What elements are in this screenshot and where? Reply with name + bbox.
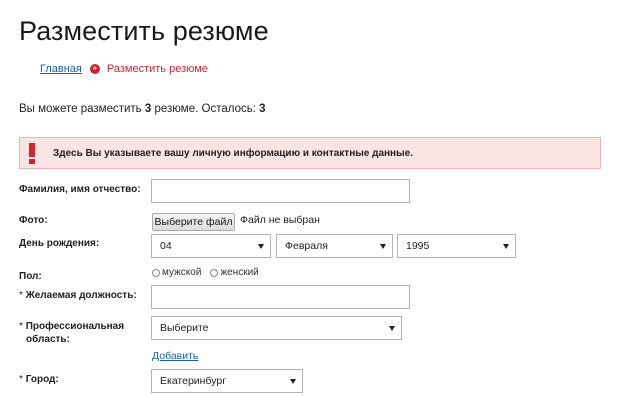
gender-label: Пол: — [19, 271, 42, 282]
gender-female-radio[interactable]: женский — [210, 267, 259, 278]
info-alert: Здесь Вы указываете вашу личную информац… — [19, 137, 601, 169]
city-label-text: Город: — [25, 374, 59, 385]
position-label-text: Желаемая должность: — [25, 290, 137, 301]
position-label: * Желаемая должность: — [19, 289, 137, 302]
choose-file-button[interactable]: Выберите файл — [152, 213, 235, 231]
prof-field-value: Выберите — [160, 322, 209, 334]
birthday-label: День рождения: — [19, 238, 100, 249]
photo-label: Фото: — [19, 215, 48, 226]
alert-text: Здесь Вы указываете вашу личную информац… — [53, 148, 413, 159]
gender-female-label: женский — [220, 267, 259, 278]
required-mark: * — [19, 290, 23, 301]
resume-quota-text: Вы можете разместить 3 резюме. Осталось:… — [19, 103, 266, 115]
city-value: Екатеринбург — [160, 375, 227, 387]
birthday-month-value: Февраля — [285, 240, 328, 252]
breadcrumb: Главная » Разместить резюме — [40, 63, 208, 75]
quota-count: 3 — [144, 103, 152, 115]
gender-male-label: мужской — [162, 267, 202, 278]
gender-male-radio[interactable]: мужской — [152, 267, 201, 278]
prof-field-select[interactable]: Выберите — [151, 316, 402, 340]
quota-remaining: 3 — [259, 103, 266, 115]
chevron-down-icon — [389, 325, 395, 331]
birthday-day-select[interactable]: 04 — [151, 234, 271, 258]
birthday-year-select[interactable]: 1995 — [397, 234, 516, 258]
position-input[interactable] — [151, 285, 410, 309]
breadcrumb-home-link[interactable]: Главная — [40, 63, 82, 75]
birthday-month-select[interactable]: Февраля — [276, 234, 393, 258]
prof-field-label-line1: Профессиональная — [25, 321, 125, 332]
exclamation-icon — [28, 143, 36, 164]
city-select[interactable]: Екатеринбург — [151, 369, 303, 393]
chevron-down-icon — [258, 243, 264, 249]
required-mark: * — [19, 374, 23, 385]
birthday-day-value: 04 — [160, 240, 172, 252]
full-name-input[interactable] — [151, 179, 410, 203]
chevron-down-icon — [290, 378, 296, 384]
radio-icon — [152, 268, 160, 277]
gender-radio-group: мужской женский — [152, 267, 259, 278]
prof-field-label: * Профессиональная область: — [19, 320, 124, 346]
file-status-text: Файл не выбран — [240, 214, 320, 226]
quota-prefix: Вы можете разместить — [19, 103, 142, 115]
city-label: * Город: — [19, 373, 59, 386]
breadcrumb-current: Разместить резюме — [106, 63, 208, 75]
radio-icon — [210, 268, 219, 277]
required-mark: * — [19, 321, 23, 332]
chevron-down-icon — [503, 243, 509, 249]
full-name-label: Фамилия, имя отчество: — [19, 184, 141, 195]
chevron-down-icon — [380, 243, 386, 249]
quota-middle: резюме. Осталось: — [154, 103, 256, 115]
breadcrumb-separator-icon: » — [89, 64, 100, 74]
page-title: Разместить резюме — [19, 16, 269, 46]
add-prof-field-link[interactable]: Добавить — [152, 350, 198, 362]
prof-field-label-line2: область: — [26, 334, 70, 345]
birthday-year-value: 1995 — [406, 240, 430, 252]
